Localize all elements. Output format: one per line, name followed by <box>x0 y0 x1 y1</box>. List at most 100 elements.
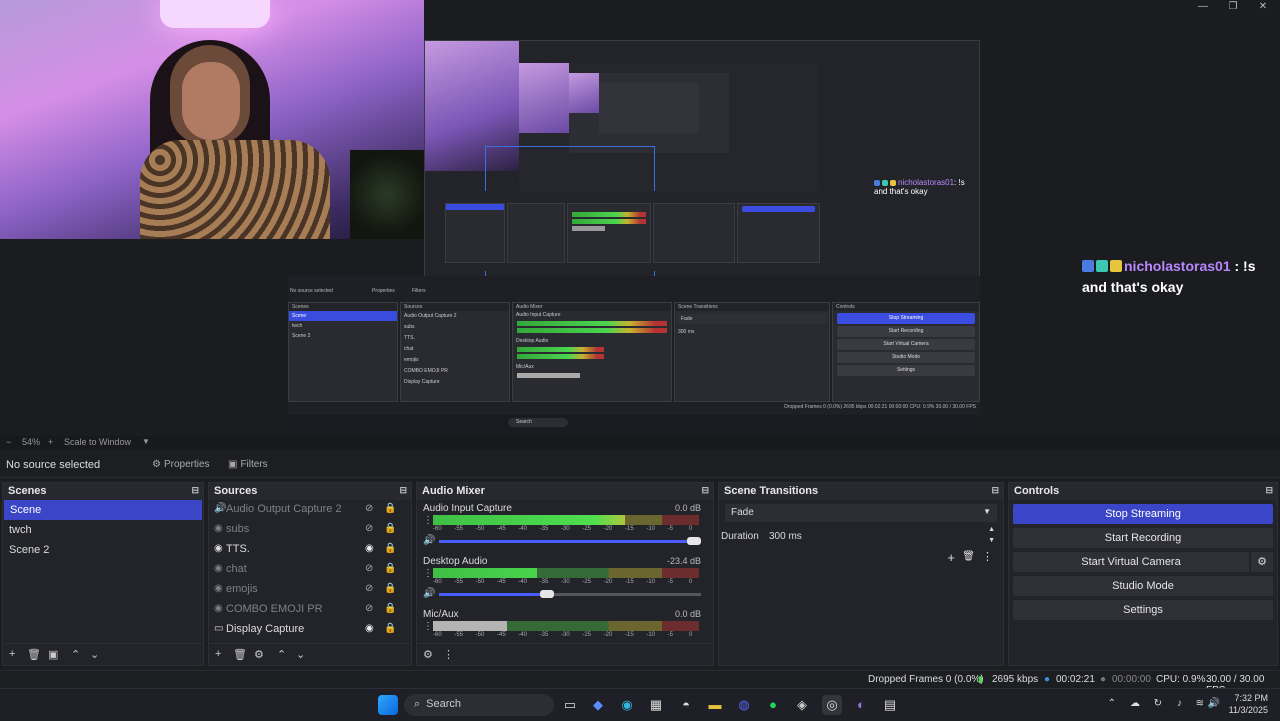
clock-date[interactable]: 11/3/2025 <box>1224 705 1268 715</box>
minimize-button[interactable]: — <box>1188 0 1218 14</box>
source-item[interactable]: ◉ COMBO EMOJI PR ⊘ 🔒 <box>209 600 411 620</box>
start-recording-button[interactable]: Start Recording <box>1013 528 1273 548</box>
scale-tick: -35 <box>539 526 549 532</box>
chat-app-icon[interactable]: ◐ <box>851 695 871 715</box>
zoom-in-button[interactable]: + <box>48 437 53 447</box>
lock-icon[interactable]: 🔒 <box>384 563 396 574</box>
undock-icon[interactable]: ⊟ <box>399 485 407 496</box>
mic-icon[interactable]: ♪ <box>1177 698 1182 709</box>
store-icon[interactable]: ▦ <box>646 695 666 715</box>
source-item[interactable]: ◉ emojis ⊘ 🔒 <box>209 580 411 600</box>
studio-mode-button[interactable]: Studio Mode <box>1013 576 1273 596</box>
add-icon[interactable]: + <box>215 648 221 660</box>
trash-icon[interactable]: 🗑 <box>233 648 247 661</box>
settings-button[interactable]: Settings <box>1013 600 1273 620</box>
spotify-icon[interactable]: ● <box>763 695 783 715</box>
trash-icon[interactable]: 🗑 <box>27 648 41 661</box>
folder-icon[interactable]: ▬ <box>705 695 725 715</box>
gear-icon[interactable]: ⚙ <box>423 648 433 661</box>
kebab-menu-icon[interactable]: ⋮ <box>423 568 433 579</box>
gear-icon[interactable]: ⚙ <box>1251 552 1273 572</box>
gear-icon[interactable]: ⚙ <box>254 648 264 661</box>
stop-streaming-button[interactable]: Stop Streaming <box>1013 504 1273 524</box>
preview-canvas[interactable]: No source selected Properties Filters Sc… <box>0 0 1280 436</box>
lock-icon[interactable]: 🔒 <box>384 583 396 594</box>
scene-item-scene-2[interactable]: Scene 2 <box>3 540 203 560</box>
source-item[interactable]: 🔊 Audio Output Capture 2 ⊘ 🔒 <box>209 500 411 520</box>
terminal-icon[interactable]: ▤ <box>880 695 900 715</box>
eye-hidden-icon[interactable]: ⊘ <box>365 603 373 614</box>
undock-icon[interactable]: ⊟ <box>701 485 709 496</box>
eye-hidden-icon[interactable]: ⊘ <box>365 583 373 594</box>
discord-icon[interactable]: ◍ <box>734 695 754 715</box>
eye-hidden-icon[interactable]: ⊘ <box>365 523 373 534</box>
source-item[interactable]: ◉ subs ⊘ 🔒 <box>209 520 411 540</box>
properties-button[interactable]: ⚙ Properties <box>146 456 216 474</box>
scene-item-scene[interactable]: Scene <box>4 500 202 520</box>
spin-down-icon[interactable]: ▼ <box>988 537 995 544</box>
tray-overflow-icon[interactable]: ⌃ <box>1108 698 1116 709</box>
cloud-icon[interactable]: ☁ <box>1130 698 1140 709</box>
lock-icon[interactable]: 🔒 <box>384 523 396 534</box>
chevron-up-icon[interactable]: ⌃ <box>71 648 80 661</box>
eye-icon[interactable]: ◉ <box>365 543 374 554</box>
lock-icon[interactable]: 🔒 <box>384 623 396 634</box>
trash-icon[interactable]: 🗑 <box>962 551 975 562</box>
eye-icon[interactable]: ◉ <box>365 623 374 634</box>
taskbar-search[interactable]: ⌕ Search <box>404 694 554 716</box>
kebab-menu-icon[interactable]: ⋮ <box>423 621 433 632</box>
volume-knob[interactable] <box>540 590 555 598</box>
chevron-down-icon[interactable]: ⌄ <box>296 648 305 661</box>
source-item[interactable]: ◉ chat ⊘ 🔒 <box>209 560 411 580</box>
obs-icon[interactable]: ◎ <box>822 695 842 715</box>
kebab-menu-icon[interactable]: ⋮ <box>423 515 433 526</box>
duration-input[interactable]: 300 ms <box>769 531 802 542</box>
steam-icon[interactable]: ◈ <box>792 695 812 715</box>
filters-button[interactable]: ▣ Filters <box>222 456 274 474</box>
clock-time[interactable]: 7:32 PM <box>1224 693 1268 703</box>
maximize-button[interactable]: ❐ <box>1218 0 1248 14</box>
undock-icon[interactable]: ⊟ <box>191 485 199 496</box>
lock-icon[interactable]: 🔒 <box>384 503 396 514</box>
controls-header: Controls ⊟ <box>1009 483 1277 500</box>
zoom-out-button[interactable]: − <box>6 437 11 447</box>
undock-icon[interactable]: ⊟ <box>991 485 999 496</box>
speaker-icon[interactable]: 🔊 <box>423 588 435 599</box>
copilot-icon[interactable]: ◆ <box>588 695 608 715</box>
undock-icon[interactable]: ⊟ <box>1265 485 1273 496</box>
close-button[interactable]: ✕ <box>1248 0 1278 14</box>
scene-item-twch[interactable]: twch <box>3 520 203 540</box>
volume-icon[interactable]: 🔊 <box>1208 698 1220 709</box>
source-item[interactable]: ▭ Display Capture ◉ 🔒 <box>209 620 411 640</box>
lock-icon[interactable]: 🔒 <box>384 543 396 554</box>
volume-slider[interactable] <box>439 590 701 598</box>
source-item[interactable]: ◉ TTS. ◉ 🔒 <box>209 540 411 560</box>
edge-icon[interactable]: ◉ <box>617 695 637 715</box>
eye-hidden-icon[interactable]: ⊘ <box>365 503 373 514</box>
chat-overlay-small: nicholastoras01: !s and that's okay <box>874 178 980 202</box>
volume-slider[interactable] <box>439 537 701 545</box>
add-icon[interactable]: + <box>9 648 15 660</box>
scale-mode-label[interactable]: Scale to Window <box>64 437 131 447</box>
lock-icon[interactable]: 🔒 <box>384 603 396 614</box>
add-icon[interactable]: + <box>947 550 955 565</box>
transition-select[interactable]: Fade ▼ <box>725 504 997 522</box>
kebab-menu-icon[interactable]: ⋮ <box>982 550 993 563</box>
speaker-icon[interactable]: 🔊 <box>423 535 435 546</box>
spin-up-icon[interactable]: ▲ <box>988 526 995 533</box>
scale-dropdown-icon[interactable]: ▼ <box>142 437 150 446</box>
task-view-icon[interactable]: ▭ <box>560 695 580 715</box>
start-virtual-camera-button[interactable]: Start Virtual Camera <box>1013 552 1249 572</box>
chevron-up-icon[interactable]: ⌃ <box>277 648 286 661</box>
wifi-icon[interactable]: ≋ <box>1196 698 1204 709</box>
sync-icon[interactable]: ↻ <box>1154 698 1162 709</box>
kebab-menu-icon[interactable]: ⋮ <box>443 648 454 661</box>
filter-icon[interactable]: ▣ <box>48 648 58 661</box>
windows-start-icon[interactable] <box>378 695 398 715</box>
eye-hidden-icon[interactable]: ⊘ <box>365 563 373 574</box>
speaker-icon: 🔊 <box>214 503 227 514</box>
pin-icon[interactable]: ◓ <box>676 695 696 715</box>
mini-sources-header: Sources <box>401 303 509 311</box>
chevron-down-icon[interactable]: ⌄ <box>90 648 99 661</box>
volume-knob[interactable] <box>687 537 701 545</box>
